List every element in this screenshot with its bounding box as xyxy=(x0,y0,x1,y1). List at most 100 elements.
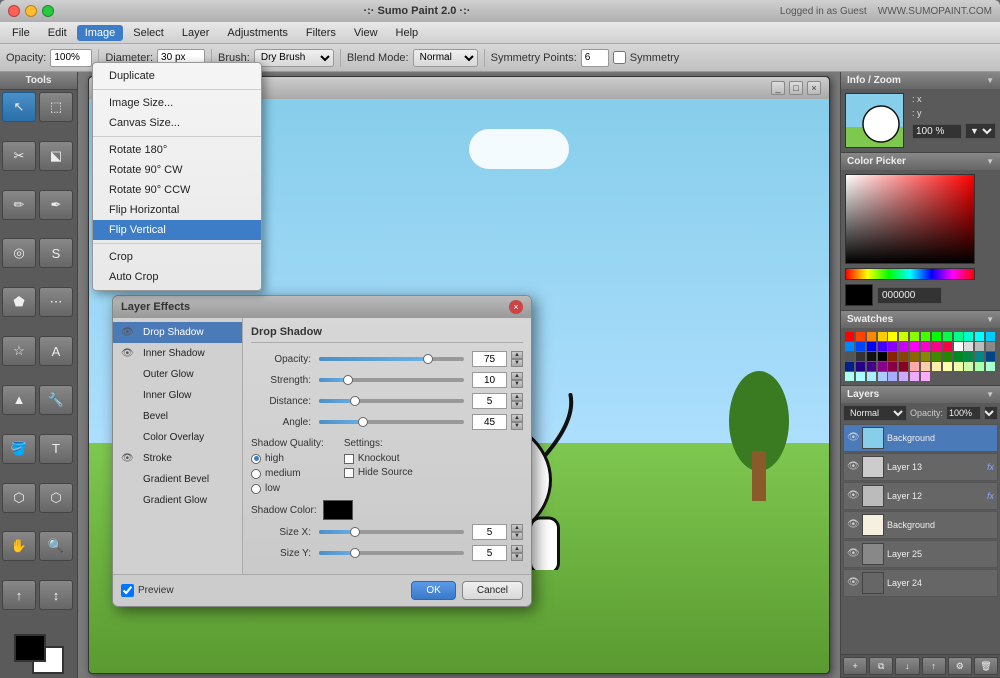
swatch[interactable] xyxy=(910,342,919,351)
layer-duplicate-btn[interactable]: ⧉ xyxy=(869,657,893,675)
minimize-button[interactable] xyxy=(25,5,37,17)
opacity-up[interactable]: ▲ xyxy=(511,351,523,359)
layer-delete-btn[interactable]: 🗑 xyxy=(974,657,998,675)
color-swatch-small[interactable] xyxy=(845,284,873,306)
swatch[interactable] xyxy=(878,352,887,361)
color-hue-bar[interactable] xyxy=(845,268,975,280)
canvas-minimize[interactable]: _ xyxy=(771,81,785,95)
quality-low-circle[interactable] xyxy=(251,484,261,494)
swatch[interactable] xyxy=(878,332,887,341)
swatch[interactable] xyxy=(986,352,995,361)
tool-stamp[interactable]: S xyxy=(39,238,73,268)
swatch[interactable] xyxy=(899,372,908,381)
color-swatch-area[interactable] xyxy=(14,634,64,674)
tool-crop[interactable]: ✂ xyxy=(2,141,36,171)
zoom-select[interactable]: ▼ xyxy=(965,123,996,139)
menu-rotate-ccw[interactable]: Rotate 90° CCW xyxy=(93,180,261,200)
swatch[interactable] xyxy=(975,362,984,371)
swatch[interactable] xyxy=(943,362,952,371)
distance-down[interactable]: ▼ xyxy=(511,401,523,409)
layer-settings-btn[interactable]: ⚙ xyxy=(948,657,972,675)
swatch[interactable] xyxy=(878,342,887,351)
swatch[interactable] xyxy=(975,332,984,341)
size-x-up[interactable]: ▲ xyxy=(511,524,523,532)
layer-item-background-top[interactable]: 👁 Background xyxy=(843,424,998,452)
swatch[interactable] xyxy=(845,342,854,351)
swatch[interactable] xyxy=(867,362,876,371)
menu-image-size[interactable]: Image Size... xyxy=(93,93,261,113)
swatch[interactable] xyxy=(888,332,897,341)
brush-select[interactable]: Dry Brush xyxy=(254,49,334,67)
tool-text[interactable]: A xyxy=(39,336,73,366)
swatch[interactable] xyxy=(910,332,919,341)
menu-select[interactable]: Select xyxy=(125,25,172,41)
zoom-input[interactable] xyxy=(912,124,962,139)
menu-layer[interactable]: Layer xyxy=(174,25,218,41)
menu-rotate-cw[interactable]: Rotate 90° CW xyxy=(93,160,261,180)
color-hex-input[interactable]: 000000 xyxy=(877,287,942,304)
blend-select[interactable]: Normal xyxy=(413,49,478,67)
color-gradient[interactable] xyxy=(845,174,975,264)
symmetry-checkbox[interactable] xyxy=(613,51,626,64)
tool-hex1[interactable]: ⬡ xyxy=(2,483,36,513)
swatch[interactable] xyxy=(856,332,865,341)
distance-slider[interactable] xyxy=(319,399,464,403)
layer-move-down-btn[interactable]: ↓ xyxy=(895,657,919,675)
angle-spin[interactable]: ▲ ▼ xyxy=(511,414,523,430)
layers-blend-select[interactable]: Normal xyxy=(843,405,907,421)
menu-auto-crop[interactable]: Auto Crop xyxy=(93,267,261,287)
swatch[interactable] xyxy=(954,352,963,361)
swatch[interactable] xyxy=(856,342,865,351)
distance-value[interactable] xyxy=(472,393,507,409)
size-y-up[interactable]: ▲ xyxy=(511,545,523,553)
size-x-down[interactable]: ▼ xyxy=(511,532,523,540)
layer-eye-2[interactable]: 👁 xyxy=(847,490,859,502)
swatch[interactable] xyxy=(867,342,876,351)
swatch[interactable] xyxy=(932,352,941,361)
size-y-down[interactable]: ▼ xyxy=(511,553,523,561)
effect-color-overlay[interactable]: Color Overlay xyxy=(113,427,242,448)
swatch[interactable] xyxy=(932,342,941,351)
swatch[interactable] xyxy=(867,372,876,381)
swatch[interactable] xyxy=(878,372,887,381)
knockout-check[interactable]: Knockout xyxy=(344,453,413,464)
layers-opacity-input[interactable] xyxy=(946,406,981,420)
opacity-value[interactable] xyxy=(472,351,507,367)
menu-help[interactable]: Help xyxy=(388,25,427,41)
quality-medium[interactable]: medium xyxy=(251,468,324,479)
menu-duplicate[interactable]: Duplicate xyxy=(93,66,261,86)
layer-add-btn[interactable]: + xyxy=(843,657,867,675)
swatch[interactable] xyxy=(964,342,973,351)
effect-inner-shadow[interactable]: 👁 Inner Shadow xyxy=(113,343,242,364)
swatch[interactable] xyxy=(845,352,854,361)
strength-down[interactable]: ▼ xyxy=(511,380,523,388)
quality-high[interactable]: high xyxy=(251,453,324,464)
color-picker-header[interactable]: Color Picker ▼ xyxy=(841,153,1000,170)
swatch[interactable] xyxy=(921,372,930,381)
quality-low[interactable]: low xyxy=(251,483,324,494)
swatch[interactable] xyxy=(932,332,941,341)
canvas-window-controls[interactable]: _ □ × xyxy=(771,81,821,95)
layer-eye-5[interactable]: 👁 xyxy=(847,577,859,589)
angle-down[interactable]: ▼ xyxy=(511,422,523,430)
tool-line[interactable]: ⋯ xyxy=(39,287,73,317)
tool-up2[interactable]: ↕ xyxy=(39,580,73,610)
opacity-input[interactable] xyxy=(50,49,92,67)
layer-item-25[interactable]: 👁 Layer 25 xyxy=(843,540,998,568)
angle-up[interactable]: ▲ xyxy=(511,414,523,422)
swatch[interactable] xyxy=(845,372,854,381)
close-button[interactable] xyxy=(8,5,20,17)
tool-pen[interactable]: ✒ xyxy=(39,190,73,220)
tool-hex2[interactable]: ⬡ xyxy=(39,483,73,513)
hide-source-check[interactable]: Hide Source xyxy=(344,467,413,478)
swatch[interactable] xyxy=(910,352,919,361)
swatch[interactable] xyxy=(975,352,984,361)
layer-eye-1[interactable]: 👁 xyxy=(847,461,859,473)
menu-adjustments[interactable]: Adjustments xyxy=(219,25,296,41)
effect-stroke[interactable]: 👁 Stroke xyxy=(113,448,242,469)
swatch[interactable] xyxy=(943,352,952,361)
swatch[interactable] xyxy=(888,372,897,381)
layer-eye-4[interactable]: 👁 xyxy=(847,548,859,560)
swatch[interactable] xyxy=(856,362,865,371)
angle-slider[interactable] xyxy=(319,420,464,424)
